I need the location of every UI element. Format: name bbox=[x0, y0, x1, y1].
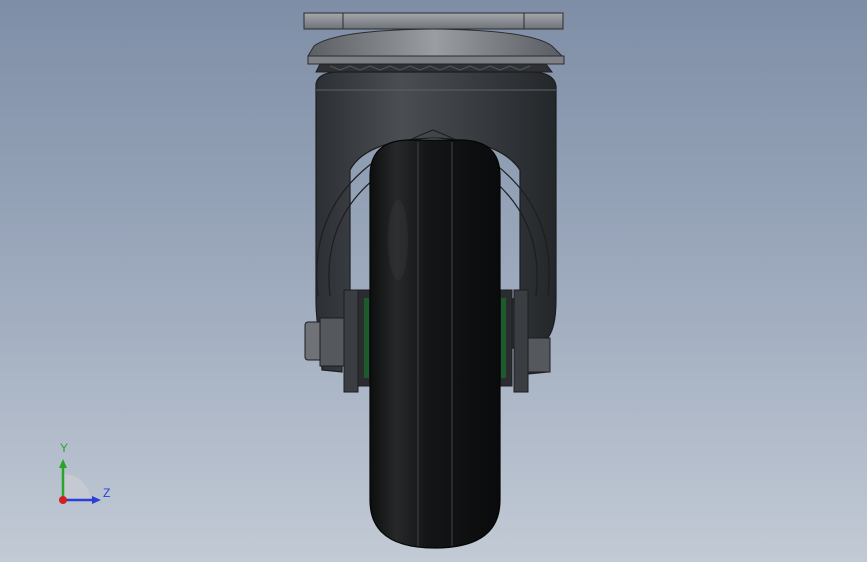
axle-bolt-left[interactable] bbox=[304, 317, 347, 367]
mount-plate[interactable] bbox=[303, 12, 564, 30]
caster-model[interactable] bbox=[0, 0, 867, 562]
x-axis-dot bbox=[59, 496, 67, 504]
orientation-triad[interactable]: Y Z bbox=[45, 440, 125, 510]
triad-graphic bbox=[59, 459, 101, 504]
y-axis-arrowhead bbox=[59, 459, 67, 468]
z-axis-label: Z bbox=[103, 486, 111, 500]
swivel-raceway[interactable] bbox=[307, 28, 565, 73]
3d-viewport[interactable]: Y Z bbox=[0, 0, 867, 562]
z-axis-arrowhead bbox=[92, 496, 101, 504]
y-axis-label: Y bbox=[60, 441, 69, 455]
triad-plane-shade bbox=[63, 473, 91, 500]
wheel[interactable] bbox=[369, 139, 501, 549]
